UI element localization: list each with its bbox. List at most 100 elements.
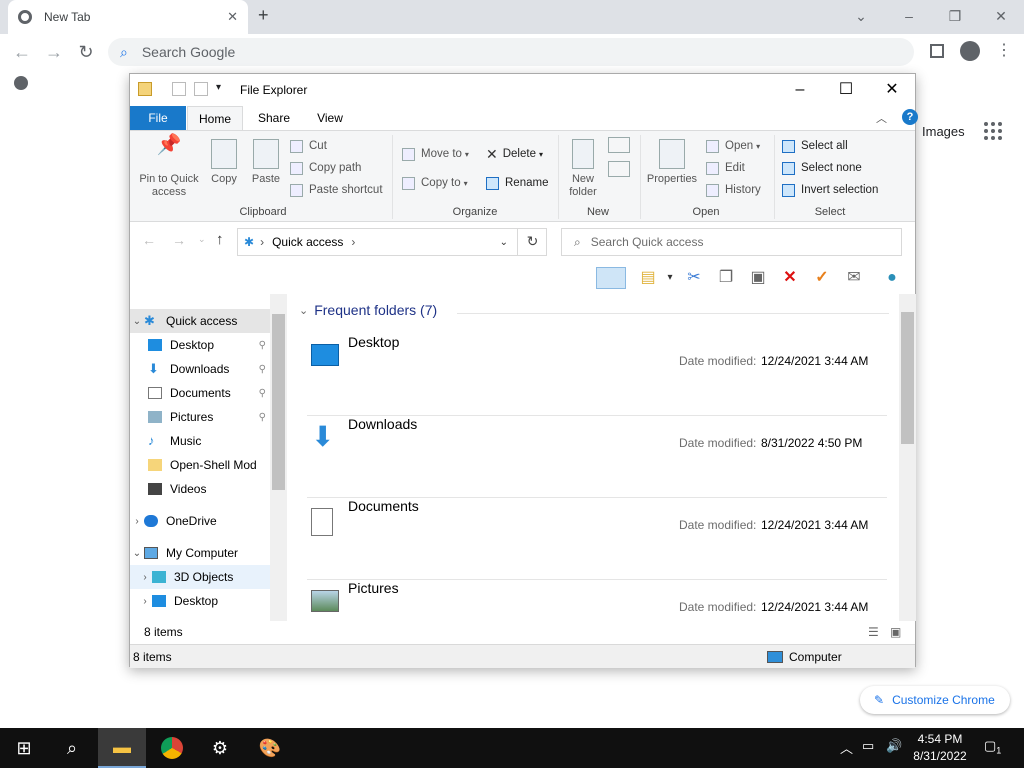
folder-tile-pictures[interactable]: Pictures Date modified: 12/24/2021 3:44 …	[307, 580, 887, 621]
nav-item-pictures[interactable]: Pictures ⚲	[130, 405, 270, 429]
folder-tile-downloads[interactable]: ⬇ Downloads Date modified: 8/31/2022 4:5…	[307, 416, 887, 498]
nav-scroll-thumb[interactable]	[272, 314, 285, 490]
properties-button[interactable]: Properties	[644, 139, 700, 186]
properties-qat-icon[interactable]	[172, 82, 186, 96]
clock[interactable]: 4:54 PM 8/31/2022	[908, 731, 972, 765]
nav-desktop-2[interactable]: › Desktop	[130, 589, 270, 613]
images-link[interactable]: Images	[922, 124, 965, 139]
select-none-button[interactable]: Select none	[782, 159, 862, 177]
qat-dropdown-icon[interactable]: ▾	[216, 82, 230, 96]
close-window-icon[interactable]: ✕	[978, 4, 1024, 28]
invert-selection-button[interactable]: Invert selection	[782, 181, 878, 199]
new-item-icon[interactable]	[608, 137, 630, 153]
menu-kebab-icon[interactable]: ⋮	[996, 40, 1012, 60]
close-icon[interactable]: ✕	[869, 74, 915, 106]
properties-check-icon[interactable]: ✓	[810, 267, 834, 289]
easy-access-icon[interactable]	[608, 161, 630, 177]
folder-tile-desktop[interactable]: Desktop Date modified: 12/24/2021 3:44 A…	[307, 334, 887, 416]
minimize-icon[interactable]: –	[886, 4, 932, 28]
address-bar[interactable]: ✱ › Quick access › ⌄	[237, 228, 547, 256]
new-folder-button[interactable]: New folder	[562, 139, 604, 199]
refresh-icon[interactable]: ↻	[517, 228, 547, 256]
minimize-icon[interactable]: –	[777, 74, 823, 106]
details-view-icon[interactable]: ☰	[868, 625, 879, 639]
help-icon[interactable]: ?	[902, 109, 918, 125]
notifications-icon[interactable]: ▢1	[984, 738, 1001, 756]
tab-view[interactable]: View	[304, 106, 356, 130]
profile-avatar-icon[interactable]	[960, 41, 980, 61]
maximize-icon[interactable]: ☐	[823, 74, 869, 106]
nav-3d-objects[interactable]: › 3D Objects	[130, 565, 270, 589]
nav-item-documents[interactable]: Documents ⚲	[130, 381, 270, 405]
delete-icon[interactable]: ✕	[778, 267, 802, 289]
settings-gear-icon[interactable]: ⚙	[196, 728, 244, 768]
file-explorer-taskbar-icon[interactable]: ▬	[98, 728, 146, 768]
frequent-folders-header[interactable]: ⌄ Frequent folders (7)	[299, 302, 437, 318]
chevron-down-icon[interactable]: ⌄	[838, 4, 884, 28]
nav-my-computer[interactable]: ⌄ My Computer	[130, 541, 270, 565]
nav-onedrive[interactable]: › OneDrive	[130, 509, 270, 533]
nav-item-music[interactable]: ♪ Music	[130, 429, 270, 453]
folder-options-icon[interactable]: ▤	[636, 267, 660, 289]
nav-item-desktop[interactable]: Desktop ⚲	[130, 333, 270, 357]
copy-to-button[interactable]: Copy to ▾	[402, 174, 468, 192]
back-icon[interactable]: ←	[10, 40, 34, 64]
edit-button[interactable]: Edit	[706, 159, 745, 177]
dropdown-icon[interactable]: ▾	[658, 267, 682, 289]
volume-icon[interactable]: 🔊	[886, 738, 902, 754]
paste-icon[interactable]: ▣	[746, 267, 770, 289]
move-to-button[interactable]: Move to ▾	[402, 145, 469, 163]
forward-icon[interactable]: →	[42, 40, 66, 64]
globe-icon[interactable]: ●	[880, 267, 904, 289]
chrome-tab[interactable]: New Tab ✕	[8, 0, 248, 34]
history-button[interactable]: History	[706, 181, 761, 199]
address-dropdown-icon[interactable]: ⌄	[500, 237, 508, 248]
up-icon[interactable]: ↑	[216, 231, 224, 248]
open-button[interactable]: Open ▾	[706, 137, 760, 155]
paste-button[interactable]: Paste	[248, 139, 284, 186]
side-panel-icon[interactable]	[930, 44, 944, 58]
search-input[interactable]: ⌕ Search Quick access	[561, 228, 902, 256]
copy-button[interactable]: Copy	[206, 139, 242, 186]
apps-grid-icon[interactable]	[984, 122, 1004, 142]
collapse-ribbon-icon[interactable]: ︿	[876, 110, 887, 126]
content-scroll-thumb[interactable]	[901, 312, 914, 444]
delete-button[interactable]: ✕ Delete ▾	[486, 145, 543, 163]
restore-icon[interactable]: ❐	[932, 4, 978, 28]
pin-to-quick-access-button[interactable]: 📌 Pin to Quick access	[136, 135, 202, 199]
navigation-pane-icon[interactable]	[596, 267, 626, 289]
new-folder-qat-icon[interactable]	[194, 82, 208, 96]
email-icon[interactable]: ✉	[842, 267, 866, 289]
chrome-taskbar-icon[interactable]	[148, 728, 196, 768]
back-icon[interactable]: ←	[142, 232, 156, 248]
nav-item-open-shell[interactable]: Open-Shell Mod	[130, 453, 270, 477]
search-icon[interactable]: ⌕	[48, 728, 96, 768]
network-icon[interactable]: ▭	[862, 738, 874, 754]
chevron-up-icon[interactable]: ︿	[840, 738, 853, 757]
paste-shortcut-button[interactable]: Paste shortcut	[290, 181, 383, 199]
omnibox[interactable]: ⌕ Search Google	[108, 38, 914, 66]
cut-icon[interactable]: ✂	[682, 267, 706, 289]
copy-icon[interactable]: ❐	[714, 267, 738, 289]
nav-quick-access[interactable]: ⌄ ✱ Quick access	[130, 309, 270, 333]
customize-chrome-button[interactable]: ✎ Customize Chrome	[860, 686, 1010, 714]
globe-icon[interactable]	[14, 76, 28, 90]
tab-file[interactable]: File	[130, 106, 186, 130]
rename-button[interactable]: Rename	[486, 174, 548, 192]
forward-icon[interactable]: →	[172, 232, 186, 248]
close-tab-icon[interactable]: ✕	[227, 9, 238, 25]
tab-home[interactable]: Home	[187, 106, 243, 130]
folder-tile-documents[interactable]: Documents Date modified: 12/24/2021 3:44…	[307, 498, 887, 580]
new-tab-icon[interactable]: +	[258, 5, 269, 26]
windows-start-icon[interactable]: ⊞	[0, 728, 48, 768]
paint-icon[interactable]: 🎨	[246, 728, 294, 768]
recent-locations-icon[interactable]: ⌄	[198, 234, 206, 245]
nav-item-downloads[interactable]: ⬇ Downloads ⚲	[130, 357, 270, 381]
copy-path-button[interactable]: Copy path	[290, 159, 361, 177]
select-all-button[interactable]: Select all	[782, 137, 848, 155]
cut-button[interactable]: Cut	[290, 137, 327, 155]
tab-share[interactable]: Share	[244, 106, 304, 130]
tiles-view-icon[interactable]: ▣	[890, 625, 901, 639]
reload-icon[interactable]: ↻	[74, 40, 98, 64]
nav-item-videos[interactable]: Videos	[130, 477, 270, 501]
